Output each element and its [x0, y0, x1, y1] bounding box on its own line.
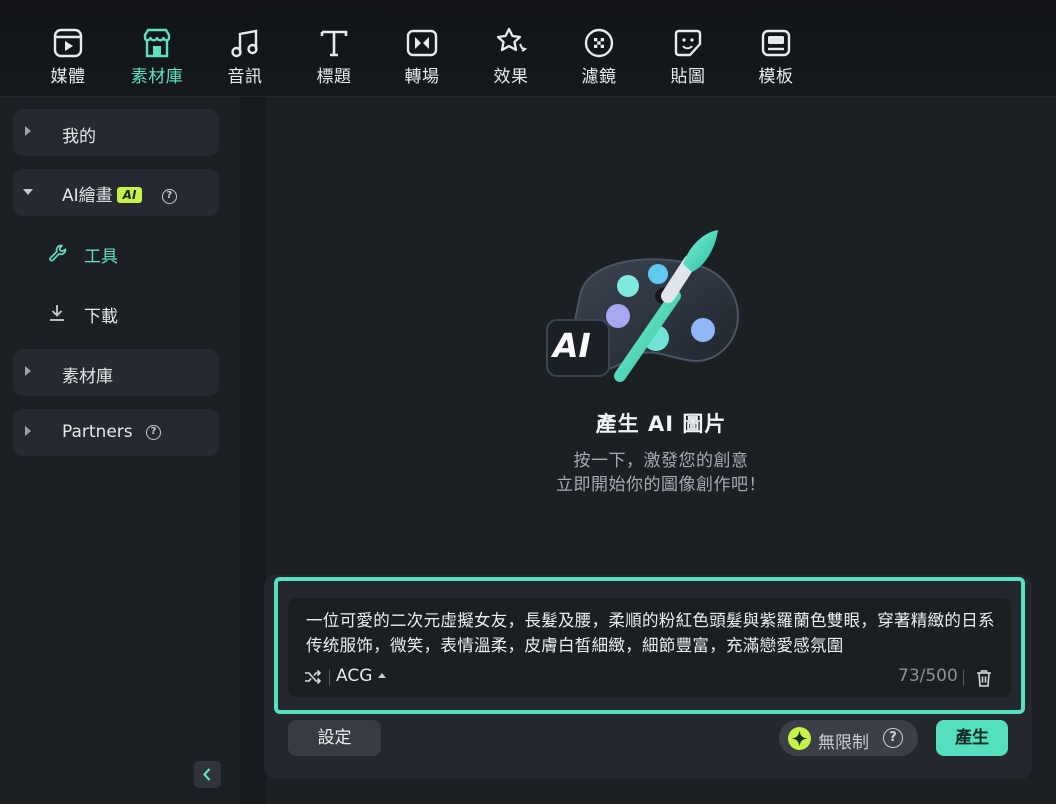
- collapse-sidebar-button[interactable]: [194, 761, 221, 788]
- sidebar-subitem-label: 工具: [84, 247, 118, 267]
- wrench-icon: [49, 244, 67, 262]
- tab-store[interactable]: 素材庫: [120, 26, 194, 87]
- tab-sticker-label: 貼圖: [670, 67, 706, 87]
- sticker-icon: [674, 29, 702, 57]
- settings-button[interactable]: 設定: [288, 720, 381, 756]
- tab-store-label: 素材庫: [130, 67, 184, 87]
- store-icon: [143, 28, 171, 58]
- tab-audio-label: 音訊: [227, 67, 263, 87]
- title-icon: [320, 30, 348, 57]
- sidebar-item-label: AI繪畫: [62, 186, 113, 206]
- char-counter: 73/500: [898, 666, 958, 686]
- caret-up-icon: [378, 673, 387, 678]
- ai-badge: AI: [116, 187, 143, 203]
- sidebar-item-label: 素材庫: [62, 367, 113, 387]
- unlimited-label: 無限制: [818, 733, 869, 753]
- ai-logo-text: AI: [553, 326, 591, 365]
- prompt-input[interactable]: 一位可愛的二次元虛擬女友，長髮及腰，柔順的粉紅色頭髮與紫羅蘭色雙眼，穿著精緻的日…: [288, 598, 1011, 697]
- tab-media[interactable]: 媒體: [31, 26, 105, 87]
- chevron-left-icon: [203, 768, 211, 781]
- sidebar-item-mine[interactable]: 我的: [13, 109, 219, 156]
- help-icon[interactable]: ?: [161, 188, 177, 204]
- sparkle-icon: [788, 727, 811, 750]
- tab-sticker[interactable]: 貼圖: [651, 26, 725, 87]
- help-icon[interactable]: ?: [883, 728, 903, 748]
- style-select[interactable]: ACG: [336, 666, 387, 686]
- style-value: ACG: [336, 666, 373, 686]
- unlimited-credits-badge[interactable]: 無限制 ?: [779, 720, 918, 756]
- media-icon: [53, 28, 83, 58]
- tab-title[interactable]: 標題: [297, 26, 371, 87]
- prompt-text[interactable]: 一位可愛的二次元虛擬女友，長髮及腰，柔順的粉紅色頭髮與紫羅蘭色雙眼，穿著精緻的日…: [306, 608, 996, 658]
- hero-subtitle-line1: 按一下，激發您的創意: [573, 451, 749, 471]
- hero-subtitle-line2: 立即開始你的圖像創作吧！: [556, 475, 766, 495]
- tab-media-label: 媒體: [50, 67, 86, 87]
- template-icon: [761, 29, 791, 57]
- hero-title: 產生 AI 圖片: [595, 412, 727, 436]
- sidebar-item-library[interactable]: 素材庫: [13, 349, 219, 396]
- expand-arrow-icon: [25, 126, 31, 136]
- tab-title-label: 標題: [316, 67, 352, 87]
- trash-icon[interactable]: [976, 669, 992, 687]
- sidebar-divider: [240, 97, 266, 804]
- sidebar-item-label: Partners: [62, 422, 133, 442]
- tab-effects[interactable]: 效果: [474, 26, 548, 87]
- tab-transition-label: 轉場: [404, 67, 440, 87]
- divider: [963, 670, 964, 686]
- tab-template[interactable]: 模板: [739, 26, 813, 87]
- prompt-box: 一位可愛的二次元虛擬女友，長髮及腰，柔順的粉紅色頭髮與紫羅蘭色雙眼，穿著精緻的日…: [274, 577, 1025, 714]
- tab-transition[interactable]: 轉場: [385, 26, 459, 87]
- shuffle-icon[interactable]: [304, 669, 322, 685]
- effects-icon: [496, 27, 528, 52]
- generate-button[interactable]: 產生: [936, 720, 1008, 756]
- sidebar-item-ai-paint[interactable]: AI繪畫 AI ?: [13, 169, 219, 216]
- top-toolbar: 媒體 素材庫 音訊 標題 轉場 效果 濾鏡 貼圖 模板: [0, 0, 1056, 97]
- filter-icon: [584, 28, 614, 58]
- tab-template-label: 模板: [758, 67, 794, 87]
- help-icon[interactable]: ?: [146, 424, 162, 440]
- expand-arrow-icon: [25, 366, 31, 376]
- sidebar-item-partners[interactable]: Partners ?: [13, 409, 219, 456]
- music-icon: [231, 29, 258, 58]
- sidebar-item-label: 我的: [62, 127, 96, 147]
- tab-filter-label: 濾鏡: [581, 67, 617, 87]
- divider: [329, 670, 330, 686]
- tab-audio[interactable]: 音訊: [208, 26, 282, 87]
- tab-filter[interactable]: 濾鏡: [562, 26, 636, 87]
- transition-icon: [406, 29, 438, 57]
- sidebar-subitem-label: 下載: [84, 307, 118, 327]
- tab-effects-label: 效果: [493, 67, 529, 87]
- collapse-arrow-icon: [23, 189, 33, 195]
- expand-arrow-icon: [25, 426, 31, 436]
- download-icon: [50, 305, 64, 321]
